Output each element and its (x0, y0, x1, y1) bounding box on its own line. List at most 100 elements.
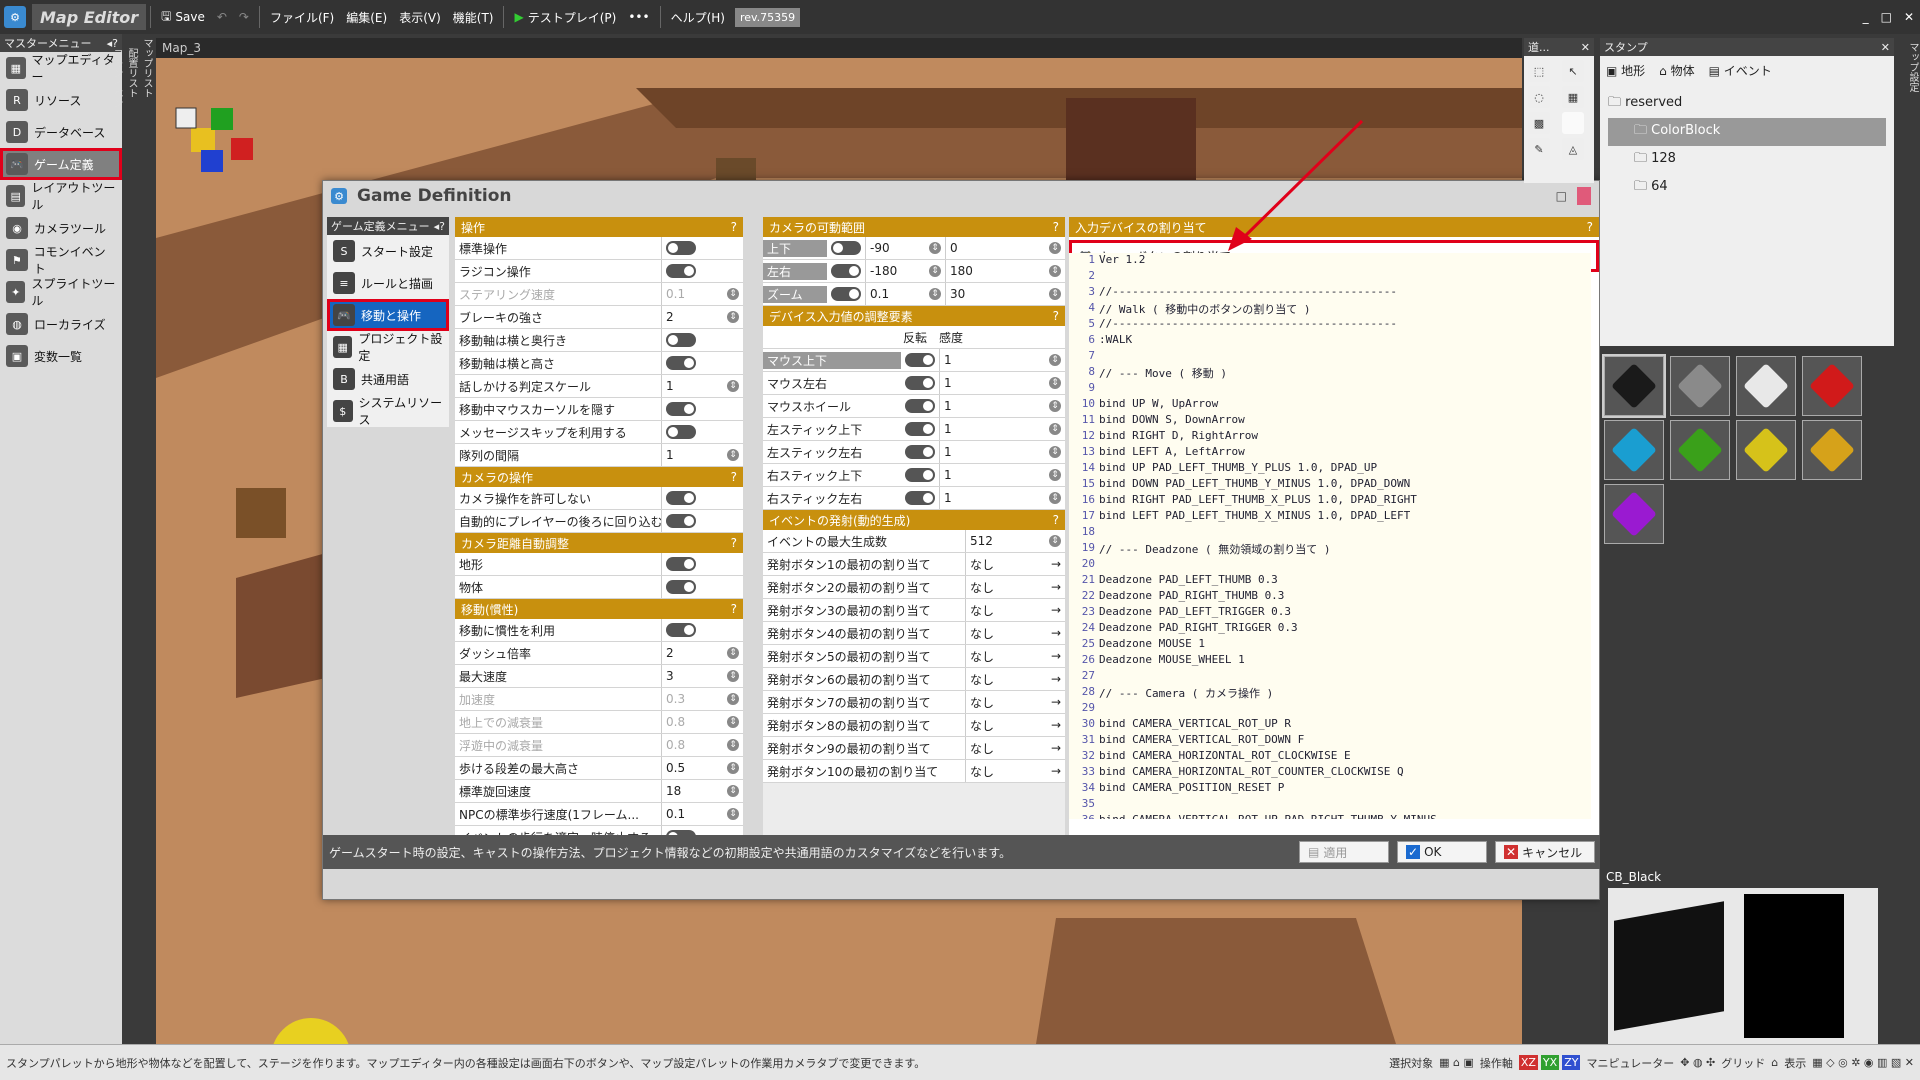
help-icon[interactable]: ? (1587, 220, 1593, 234)
sensitivity-value[interactable]: 1 ⇕ (939, 372, 1065, 394)
close-icon[interactable]: ✕ (1581, 41, 1590, 54)
spinner-icon[interactable]: ⇕ (727, 808, 739, 820)
fire-button-value[interactable]: なし → (965, 714, 1065, 736)
collapse-icon[interactable]: ◂? (434, 220, 445, 233)
key-binding-editor[interactable]: 1 Ver 1.2 2 3//----------------------------… (1069, 253, 1591, 819)
map-settings-strip[interactable]: マップ設定 (1896, 38, 1920, 1044)
arrow-right-icon[interactable]: → (1051, 741, 1061, 755)
spinner-icon[interactable]: ⇕ (727, 288, 739, 300)
stamp-color-block[interactable] (1670, 356, 1730, 416)
arrow-right-icon[interactable]: → (1051, 557, 1061, 571)
setting-value[interactable] (661, 619, 743, 641)
axis-yx-icon[interactable]: YX (1540, 1055, 1560, 1070)
menu-item-map-editor[interactable]: ▦ マップエディター (0, 52, 122, 84)
spinner-icon[interactable]: ⇕ (1049, 242, 1061, 254)
save-button[interactable]: 🖫 Save (155, 5, 211, 29)
sensitivity-value[interactable]: 1 ⇕ (939, 395, 1065, 417)
help-icon[interactable]: ? (1053, 309, 1059, 323)
value-text[interactable]: 2 (666, 646, 674, 660)
value-text[interactable]: なし (970, 671, 994, 688)
spinner-icon[interactable]: ⇕ (1049, 400, 1061, 412)
fire-button-value[interactable]: なし → (965, 760, 1065, 782)
fire-button-value[interactable]: なし → (965, 668, 1065, 690)
setting-value[interactable] (661, 553, 743, 575)
menu-view[interactable]: 表示(V) (393, 5, 447, 29)
close-button[interactable]: ✕ (1898, 5, 1920, 29)
toggle-switch[interactable] (666, 333, 696, 347)
setting-value[interactable]: 1 ⇕ (661, 375, 743, 397)
toggle-switch[interactable] (831, 241, 861, 255)
setting-value[interactable]: 2 ⇕ (661, 642, 743, 664)
arrow-right-icon[interactable]: → (1051, 603, 1061, 617)
selection-icon[interactable]: ▦ ⌂ ▣ (1439, 1056, 1474, 1069)
arrow-right-icon[interactable]: → (1051, 695, 1061, 709)
value-text[interactable]: なし (970, 602, 994, 619)
menu-file[interactable]: ファイル(F) (264, 5, 340, 29)
minimize-button[interactable]: _ (1857, 5, 1875, 29)
menu-tools[interactable]: 機能(T) (447, 5, 500, 29)
range-max[interactable]: 0 ⇕ (945, 237, 1065, 259)
sensitivity-value[interactable]: 1 ⇕ (939, 349, 1065, 371)
map-settings-tab[interactable]: マップ設定 (1907, 42, 1918, 92)
view-icons[interactable]: ▦ ◇ ◎ ✲ ◉ ▥ ▧ ✕ (1812, 1056, 1914, 1069)
sensitivity-value[interactable]: 1 ⇕ (939, 418, 1065, 440)
menu-item-common-event[interactable]: ⚑ コモンイベント (0, 244, 122, 276)
setting-value[interactable]: 3 ⇕ (661, 665, 743, 687)
spinner-icon[interactable]: ⇕ (727, 716, 739, 728)
toggle-switch[interactable] (905, 468, 935, 482)
spinner-icon[interactable]: ⇕ (1049, 469, 1061, 481)
value-text[interactable]: -180 (870, 264, 897, 278)
spinner-icon[interactable]: ⇕ (1049, 423, 1061, 435)
range-min[interactable]: -90 ⇕ (865, 237, 945, 259)
menu-item-resources[interactable]: R リソース (0, 84, 122, 116)
setting-value[interactable] (661, 398, 743, 420)
toggle-switch[interactable] (666, 356, 696, 370)
range-max[interactable]: 30 ⇕ (945, 283, 1065, 305)
tree-item[interactable]: 🗀 reserved (1608, 90, 1886, 118)
value-text[interactable]: 0.8 (666, 738, 685, 752)
stamp-tool-icon[interactable]: ▩ (1528, 112, 1550, 134)
toggle-switch[interactable] (905, 445, 935, 459)
help-icon[interactable]: ? (731, 470, 737, 484)
value-text[interactable]: 0.8 (666, 715, 685, 729)
setting-value[interactable]: 0.8 ⇕ (661, 734, 743, 756)
setting-value[interactable] (661, 329, 743, 351)
spinner-icon[interactable]: ⇕ (727, 647, 739, 659)
setting-value[interactable] (661, 237, 743, 259)
toggle-switch[interactable] (666, 425, 696, 439)
value-text[interactable]: なし (970, 556, 994, 573)
value-text[interactable]: 0.1 (666, 807, 685, 821)
toggle-switch[interactable] (666, 241, 696, 255)
value-text[interactable]: 18 (666, 784, 681, 798)
setting-value[interactable] (661, 352, 743, 374)
spinner-icon[interactable]: ⇕ (1049, 535, 1061, 547)
spinner-icon[interactable]: ⇕ (727, 311, 739, 323)
fill-icon[interactable]: ◬ (1562, 138, 1584, 160)
ok-button[interactable]: ✓ OK (1397, 841, 1487, 863)
sensitivity-value[interactable]: 1 ⇕ (939, 441, 1065, 463)
setting-value[interactable] (661, 260, 743, 282)
grid-select-icon[interactable]: ▦ (1562, 86, 1584, 108)
stamp-color-block[interactable] (1736, 356, 1796, 416)
help-icon[interactable]: ? (731, 536, 737, 550)
help-icon[interactable]: ? (1053, 513, 1059, 527)
help-icon[interactable]: ? (1053, 220, 1059, 234)
toggle-switch[interactable] (831, 264, 861, 278)
value-text[interactable]: -90 (870, 241, 890, 255)
gdmenu-start-settings[interactable]: S スタート設定 (327, 235, 449, 267)
value-text[interactable]: なし (970, 763, 994, 780)
value-text[interactable]: 512 (970, 534, 993, 548)
stamp-color-block[interactable] (1802, 420, 1862, 480)
value-text[interactable]: 0.3 (666, 692, 685, 706)
fire-button-value[interactable]: なし → (965, 622, 1065, 644)
setting-value[interactable]: 0.8 ⇕ (661, 711, 743, 733)
value-text[interactable]: 1 (944, 353, 952, 367)
redo-button[interactable]: ↷ (233, 5, 255, 29)
toggle-switch[interactable] (666, 580, 696, 594)
setting-value[interactable]: 0.1 ⇕ (661, 803, 743, 825)
setting-value[interactable] (661, 510, 743, 532)
gdmenu-system-resources[interactable]: $ システムリソース (327, 395, 449, 427)
toggle-switch[interactable] (666, 264, 696, 278)
fire-button-value[interactable]: なし → (965, 737, 1065, 759)
maximize-button[interactable]: □ (1556, 189, 1567, 203)
